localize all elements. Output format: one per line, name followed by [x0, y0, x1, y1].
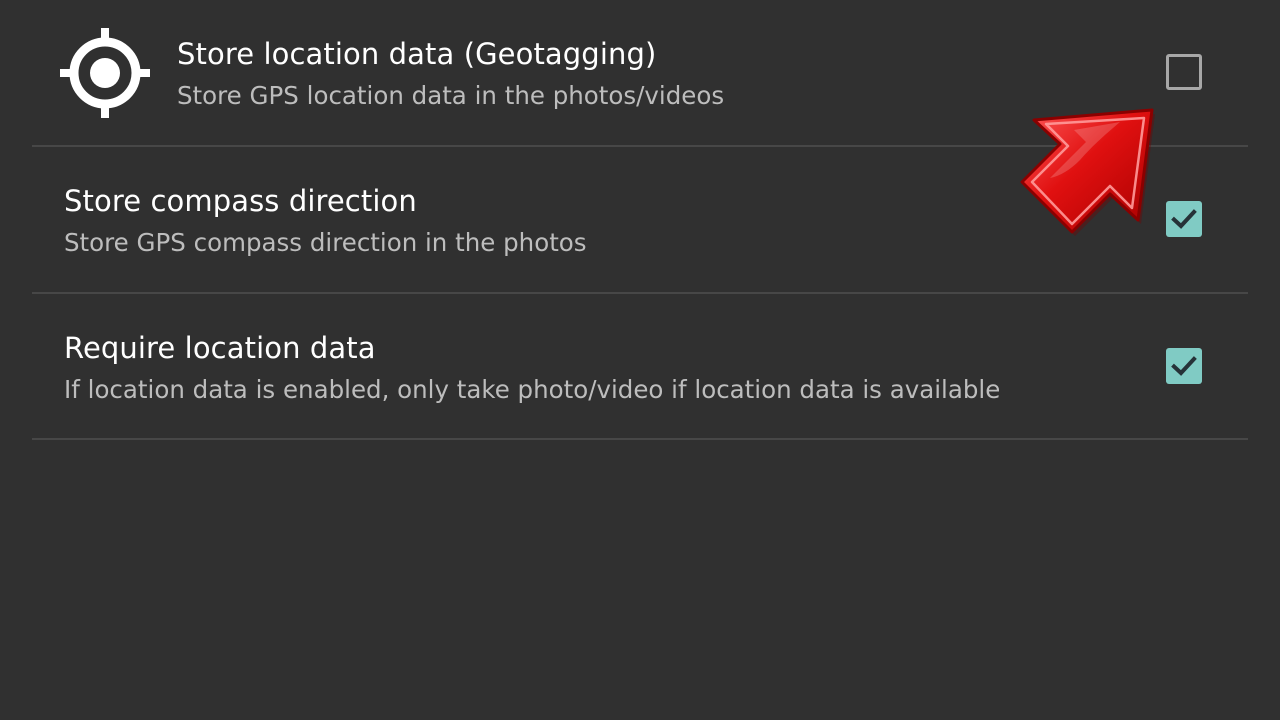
- pref-summary: If location data is enabled, only take p…: [64, 375, 1001, 404]
- geotagging-checkbox[interactable]: [1166, 54, 1202, 90]
- divider: [32, 438, 1248, 440]
- pref-summary: Store GPS compass direction in the photo…: [64, 228, 587, 257]
- pref-title: Store location data (Geotagging): [177, 37, 657, 71]
- require-location-checkbox[interactable]: [1166, 348, 1202, 384]
- pref-summary: Store GPS location data in the photos/vi…: [177, 81, 725, 110]
- pref-title: Store compass direction: [64, 184, 417, 218]
- settings-screen: Store location data (Geotagging) Store G…: [0, 0, 1280, 720]
- pref-store-location-data[interactable]: Store location data (Geotagging) Store G…: [0, 0, 1280, 146]
- checkmark-icon: [1171, 356, 1197, 376]
- compass-direction-checkbox[interactable]: [1166, 201, 1202, 237]
- checkmark-icon: [1171, 209, 1197, 229]
- gps-target-icon: [60, 28, 150, 118]
- pref-require-location-data[interactable]: Require location data If location data i…: [0, 294, 1280, 440]
- pref-store-compass-direction[interactable]: Store compass direction Store GPS compas…: [0, 147, 1280, 293]
- pref-title: Require location data: [64, 331, 376, 365]
